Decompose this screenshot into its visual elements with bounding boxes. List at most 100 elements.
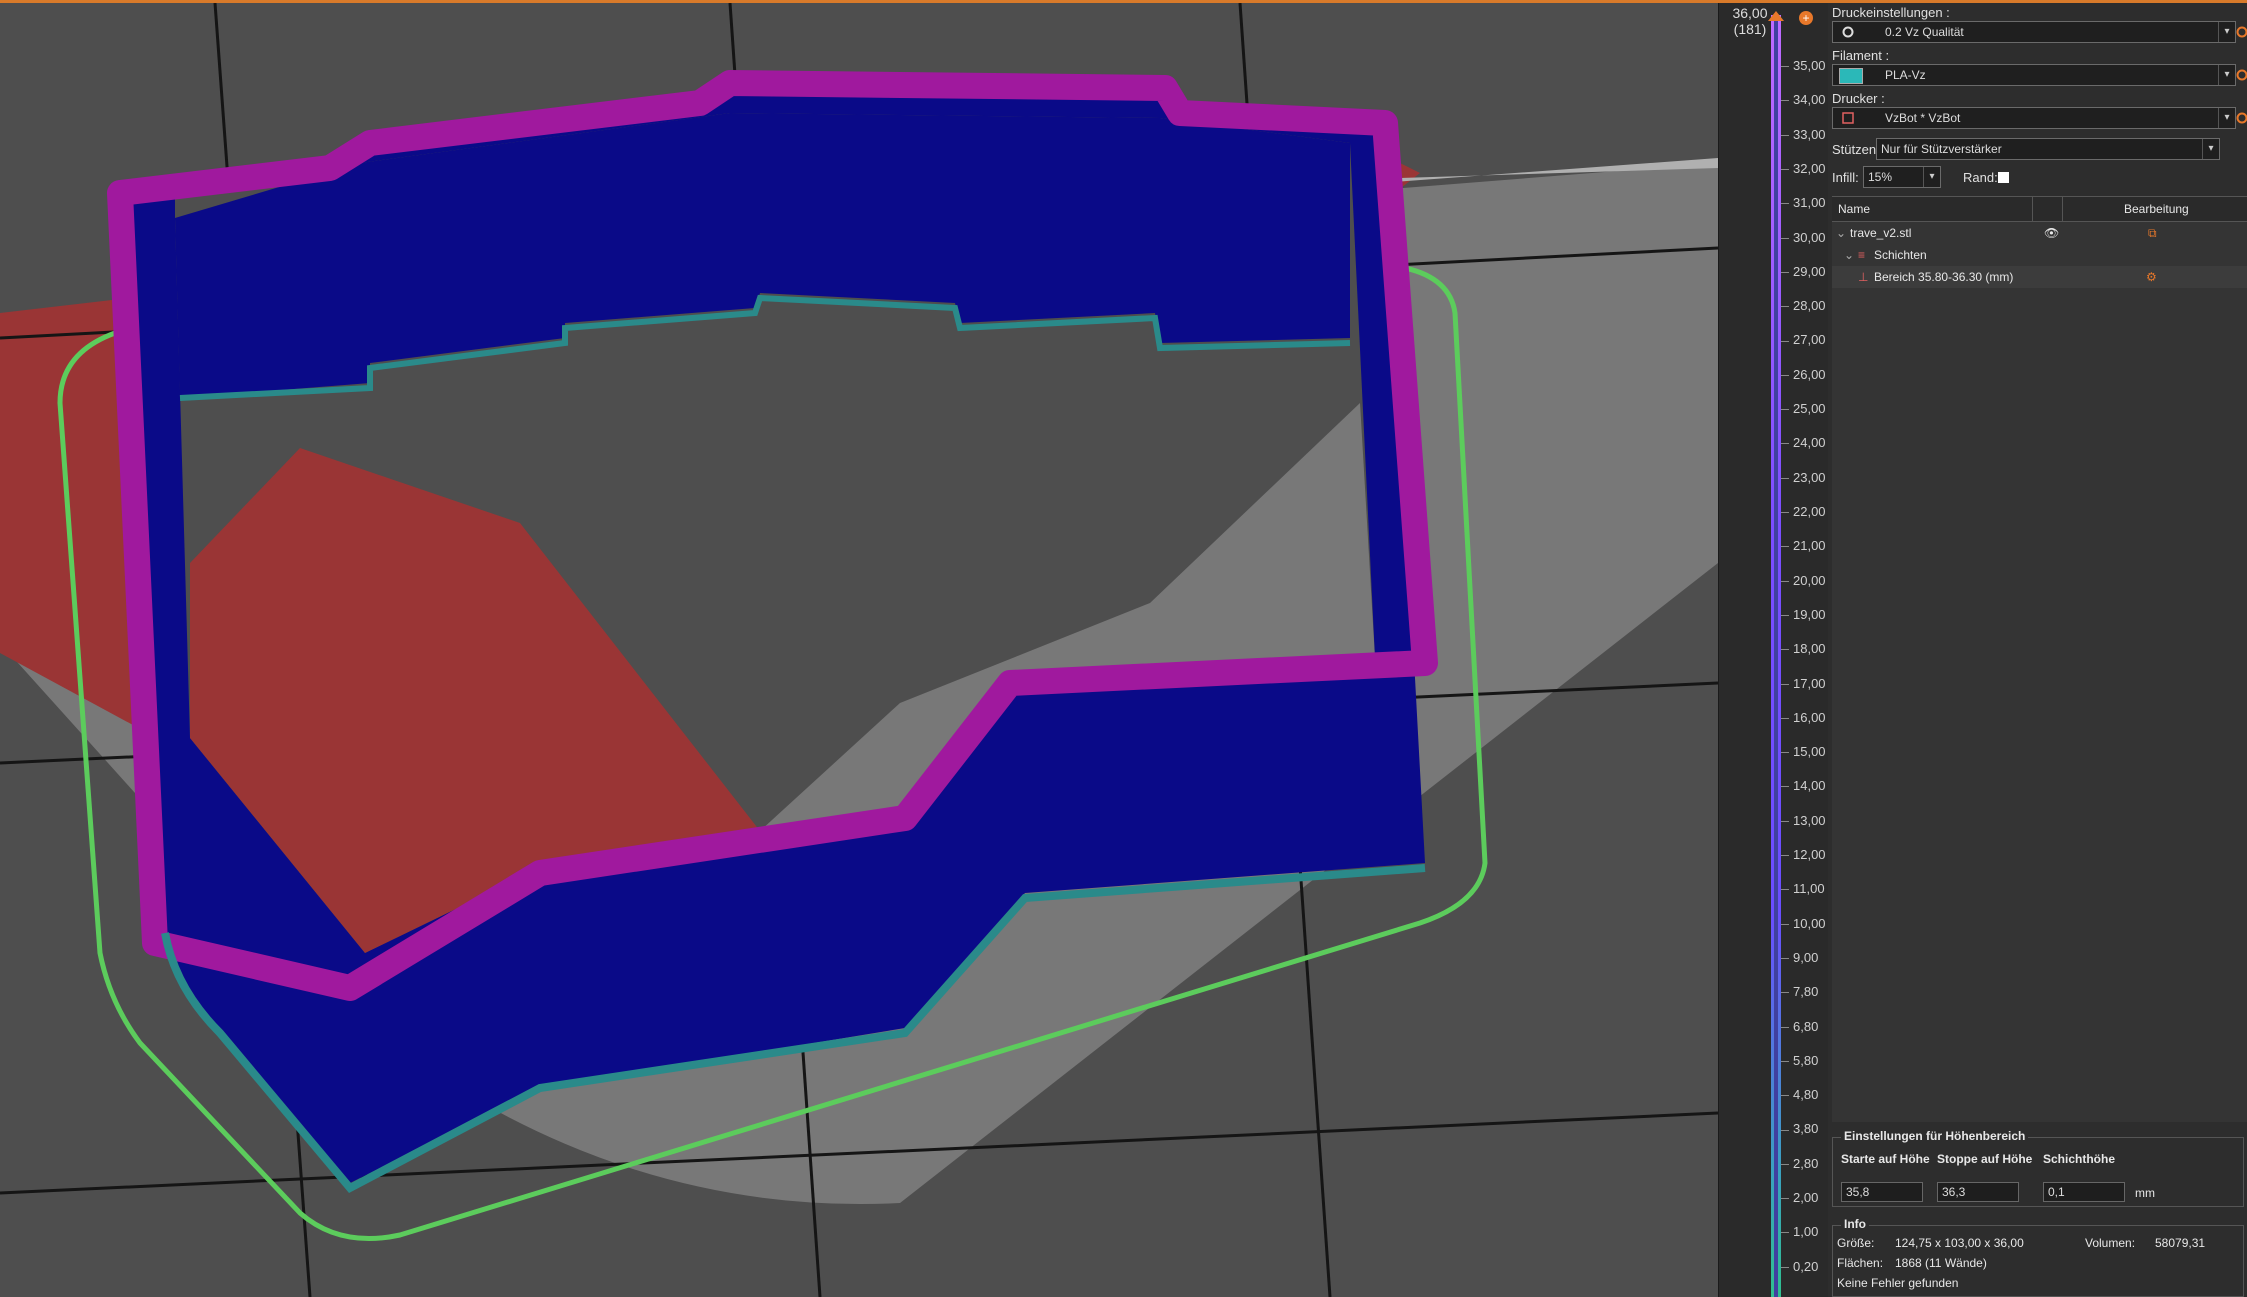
layers-label: Schichten [1874,248,1927,262]
filament-color-swatch [1839,68,1863,84]
stop-height-input[interactable]: 36,3 [1937,1182,2019,1202]
slider-tick-label: 33,00 [1781,127,1826,142]
slider-tick-label: 2,80 [1781,1156,1818,1171]
layer-slider[interactable]: 36,00 (181) + 35,00 34,00 33,00 32,00 31,00 3… [1718,3,1829,1297]
height-range-title: Einstellungen für Höhenbereich [1841,1129,2029,1143]
gear-icon [1842,26,1854,38]
chevron-down-icon[interactable]: ▾ [2202,139,2219,159]
chevron-down-icon[interactable]: ▾ [2218,22,2235,42]
chevron-down-icon[interactable]: ▾ [2218,65,2235,85]
filament-value: PLA-Vz [1885,68,1926,82]
slider-tick-label: 24,00 [1781,435,1826,450]
object-row[interactable]: ⌄ trave_v2.stl 👁 ⧉ [1832,222,2247,244]
volume-label: Volumen: [2085,1236,2136,1250]
info-group: Info Größe: 124,75 x 103,00 x 36,00 Volu… [1832,1217,2244,1297]
object-list[interactable]: Name Bearbeitung ⌄ trave_v2.stl 👁 ⧉ ⌄ ≡ … [1832,196,2247,1122]
print-settings-combo[interactable]: 0.2 Vz Qualität ▾ [1832,21,2236,43]
slider-tick-label: 2,00 [1781,1190,1818,1205]
filament-gear-icon[interactable] [2235,68,2247,82]
slider-tick-label: 0,20 [1781,1259,1818,1274]
start-height-label: Starte auf Höhe [1841,1152,1930,1166]
infill-combo[interactable]: 15% ▾ [1863,166,1941,188]
slider-tick-label: 6,80 [1781,1019,1818,1034]
brim-checkbox[interactable] [1998,172,2009,183]
edit-icon[interactable]: ⧉ [2148,226,2157,241]
slider-tick-label: 30,00 [1781,230,1826,245]
printer-value: VzBot * VzBot [1885,111,1961,125]
slider-tick-label: 27,00 [1781,332,1826,347]
stop-height-label: Stoppe auf Höhe [1937,1152,2033,1166]
layer-height-input[interactable]: 0,1 [2043,1182,2125,1202]
filament-label: Filament : [1832,48,1890,63]
height-range-group: Einstellungen für Höhenbereich Starte au… [1832,1129,2244,1207]
unit-label: mm [2135,1186,2155,1200]
slider-tick-label: 10,00 [1781,916,1826,931]
slider-tick-label: 1,00 [1781,1224,1818,1239]
slider-tick-label: 17,00 [1781,676,1826,691]
chevron-down-icon[interactable]: ▾ [2218,108,2235,128]
printer-icon [1842,112,1854,124]
layer-height-label: Schichthöhe [2043,1152,2116,1166]
column-name: Name [1838,202,1871,216]
slider-tick-label: 15,00 [1781,744,1826,759]
preview-canvas[interactable] [0,3,1718,1297]
printer-label: Drucker : [1832,91,1885,106]
slider-tick-label: 18,00 [1781,641,1826,656]
brim-label: Rand: [1963,170,1998,185]
printer-gear-icon[interactable] [2235,111,2247,125]
sidebar-panel: Druckeinstellungen : 0.2 Vz Qualität ▾ F… [1828,3,2247,1297]
column-edit: Bearbeitung [2124,202,2189,216]
gear-icon[interactable]: ⚙ [2146,270,2157,284]
slider-tick-label: 12,00 [1781,847,1826,862]
layers-icon: ≡ [1858,248,1866,262]
slider-thumb-icon[interactable] [1766,9,1786,23]
slider-tick-label: 3,80 [1781,1121,1818,1136]
chevron-down-icon[interactable]: ⌄ [1844,248,1854,262]
slider-tick-label: 32,00 [1781,161,1826,176]
slider-tick-label: 13,00 [1781,813,1826,828]
start-height-input[interactable]: 35,8 [1841,1182,1923,1202]
chevron-down-icon[interactable]: ⌄ [1836,226,1846,240]
print-settings-value: 0.2 Vz Qualität [1885,25,1964,39]
slider-tick-label: 7,80 [1781,984,1818,999]
3d-preview-viewport[interactable] [0,3,1718,1297]
slider-tick-label: 16,00 [1781,710,1826,725]
size-value: 124,75 x 103,00 x 36,00 [1895,1236,2024,1250]
infill-label: Infill: [1832,170,1859,185]
range-row[interactable]: ⊥ Bereich 35.80-36.30 (mm) ⚙ [1832,266,2247,288]
printer-combo[interactable]: VzBot * VzBot ▾ [1832,107,2236,129]
slider-tick-label: 28,00 [1781,298,1826,313]
filament-combo[interactable]: PLA-Vz ▾ [1832,64,2236,86]
supports-combo[interactable]: Nur für Stützverstärker ▾ [1876,138,2220,160]
slider-tick-label: 5,80 [1781,1053,1818,1068]
column-divider [2062,197,2063,221]
slider-tick-label: 29,00 [1781,264,1826,279]
print-settings-label: Druckeinstellungen : [1832,5,1950,20]
slider-tick-label: 34,00 [1781,92,1826,107]
slider-range-bar [1774,15,1778,1297]
supports-label: Stützen: [1832,142,1880,157]
chevron-down-icon[interactable]: ▾ [1923,167,1940,187]
layers-row[interactable]: ⌄ ≡ Schichten [1832,244,2247,266]
volume-value: 58079,31 [2155,1236,2206,1250]
info-title: Info [1841,1217,1869,1231]
slider-tick-label: 35,00 [1781,58,1826,73]
object-name: trave_v2.stl [1850,226,1912,240]
size-label: Größe: [1837,1236,1875,1250]
slider-tick-label: 20,00 [1781,573,1826,588]
settings-gear-icon[interactable] [2235,25,2247,39]
slider-tick-label: 31,00 [1781,195,1826,210]
slider-tick-label: 4,80 [1781,1087,1818,1102]
slider-tick-label: 14,00 [1781,778,1826,793]
eye-icon[interactable]: 👁 [2044,226,2059,240]
column-divider [2032,197,2033,221]
supports-value: Nur für Stützverstärker [1881,142,2002,156]
slider-tick-label: 22,00 [1781,504,1826,519]
range-icon: ⊥ [1858,270,1869,284]
errors-status: Keine Fehler gefunden [1837,1276,1959,1290]
slider-tick-label: 11,00 [1781,881,1825,896]
slider-tick-label: 25,00 [1781,401,1826,416]
faces-value: 1868 (11 Wände) [1895,1256,1987,1270]
slider-tick-label: 9,00 [1781,950,1818,965]
add-range-icon[interactable]: + [1799,11,1813,25]
